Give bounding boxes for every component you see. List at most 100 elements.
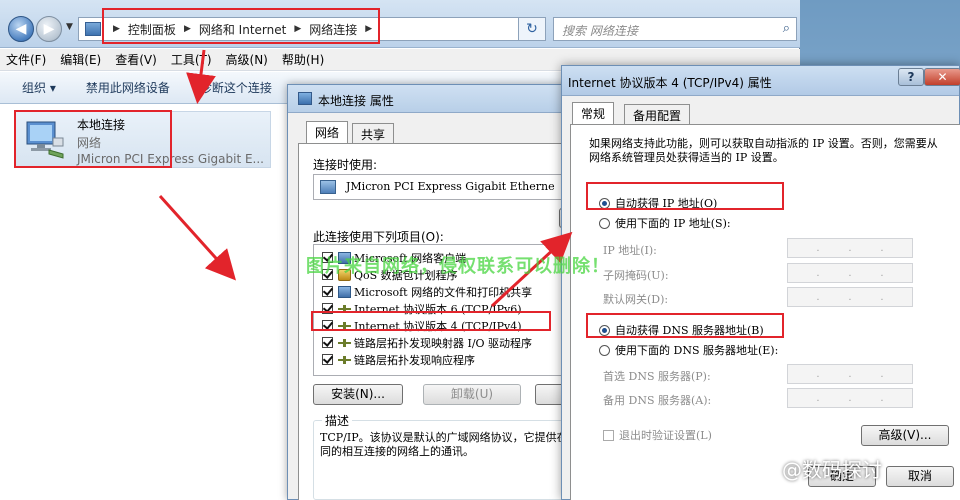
description-text: TCP/IP。该协议是默认的广域网络协议，它提供在不同的相互连接的网络上的通讯。 bbox=[320, 431, 579, 458]
file-share-icon bbox=[338, 285, 351, 298]
help-button[interactable]: ? bbox=[898, 68, 924, 86]
octet-separator: . bbox=[816, 267, 820, 279]
adapter-device: JMicron PCI Express Gigabit E... bbox=[77, 152, 264, 166]
ip-address-field[interactable]: . . . bbox=[787, 238, 913, 258]
disable-device-button[interactable]: 禁用此网络设备 bbox=[86, 79, 170, 96]
adapter-name: 本地连接 bbox=[77, 118, 126, 132]
explorer-toolbar: ◀ ▶ ▼ ▶ 控制面板 ▶ 网络和 Internet ▶ 网络连接 ▶ ↻ 搜… bbox=[0, 0, 800, 48]
checkbox[interactable] bbox=[322, 303, 333, 314]
radio-icon bbox=[599, 217, 610, 229]
chevron-right-icon: ▶ bbox=[183, 24, 191, 34]
octet-separator: . bbox=[816, 368, 820, 380]
item-label: Internet 协议版本 6 (TCP/IPv6) bbox=[354, 302, 522, 316]
manual-dns-radio[interactable]: 使用下面的 DNS 服务器地址(E): bbox=[599, 342, 778, 358]
tab-general[interactable]: 常规 bbox=[572, 102, 615, 124]
brand-watermark: @数码探讨 bbox=[782, 458, 882, 482]
menu-advanced[interactable]: 高级(N) bbox=[226, 51, 268, 68]
organize-button[interactable]: 组织 ▾ bbox=[22, 79, 56, 96]
breadcrumb-network-internet[interactable]: 网络和 Internet bbox=[199, 21, 286, 38]
octet-separator: . bbox=[848, 392, 852, 404]
auto-dns-label: 自动获得 DNS 服务器地址(B) bbox=[615, 324, 764, 337]
checkbox[interactable] bbox=[322, 354, 333, 365]
adapter-status: 网络 bbox=[77, 136, 102, 150]
local-connection-properties-dialog: 本地连接 属性 网络 共享 连接时使用: JMicron PCI Express… bbox=[287, 84, 589, 500]
history-dropdown-icon[interactable]: ▼ bbox=[66, 22, 73, 32]
description-caption: 描述 bbox=[322, 412, 353, 429]
checkbox[interactable] bbox=[322, 320, 333, 331]
breadcrumb-network-connections[interactable]: 网络连接 bbox=[309, 21, 357, 38]
chevron-right-icon: ▶ bbox=[113, 24, 120, 34]
gateway-field[interactable]: . . . bbox=[787, 287, 913, 307]
refresh-button[interactable]: ↻ bbox=[518, 17, 546, 41]
octet-separator: . bbox=[848, 291, 852, 303]
list-item-ipv4[interactable]: Internet 协议版本 4 (TCP/IPv4) bbox=[322, 317, 522, 334]
preferred-dns-field[interactable]: . . . bbox=[787, 364, 913, 384]
octet-separator: . bbox=[816, 242, 820, 254]
local-connection-adapter[interactable]: 本地连接 网络 JMicron PCI Express Gigabit E... bbox=[14, 111, 271, 168]
item-label: Internet 协议版本 4 (TCP/IPv4) bbox=[354, 319, 522, 333]
menu-file[interactable]: 文件(F) bbox=[6, 51, 46, 68]
back-button[interactable]: ◀ bbox=[8, 16, 34, 42]
dialog-title: 本地连接 属性 bbox=[318, 94, 394, 108]
breadcrumb-control-panel[interactable]: 控制面板 bbox=[128, 21, 176, 38]
dialog-title-bar: Internet 协议版本 4 (TCP/IPv4) 属性 ? ✕ bbox=[562, 66, 960, 96]
close-button[interactable]: ✕ bbox=[924, 68, 960, 86]
menu-help[interactable]: 帮助(H) bbox=[282, 51, 324, 68]
tab-network[interactable]: 网络 bbox=[306, 121, 349, 143]
octet-separator: . bbox=[880, 291, 884, 303]
chevron-right-icon: ▶ bbox=[365, 24, 373, 34]
octet-separator: . bbox=[848, 368, 852, 380]
list-item[interactable]: 链路层拓扑发现响应程序 bbox=[322, 351, 475, 368]
manual-ip-radio[interactable]: 使用下面的 IP 地址(S): bbox=[599, 215, 731, 231]
octet-separator: . bbox=[848, 242, 852, 254]
chevron-right-icon: ▶ bbox=[294, 24, 302, 34]
diagnose-button[interactable]: 诊断这个连接 bbox=[200, 79, 272, 96]
item-label: 链路层拓扑发现映射器 I/O 驱动程序 bbox=[354, 336, 533, 350]
octet-separator: . bbox=[880, 368, 884, 380]
item-label: Microsoft 网络的文件和打印机共享 bbox=[354, 285, 533, 299]
checkbox[interactable] bbox=[322, 337, 333, 348]
auto-ip-radio[interactable]: 自动获得 IP 地址(O) bbox=[599, 195, 717, 211]
general-tab-page: 如果网络支持此功能，则可以获取自动指派的 IP 设置。否则，您需要从网络系统管理… bbox=[570, 124, 960, 500]
search-icon[interactable]: ⌕ bbox=[783, 21, 790, 36]
item-label: 链路层拓扑发现响应程序 bbox=[354, 353, 475, 367]
validate-on-exit-checkbox[interactable]: 退出时验证设置(L) bbox=[603, 427, 712, 443]
octet-separator: . bbox=[816, 392, 820, 404]
network-icon bbox=[298, 92, 312, 105]
menu-edit[interactable]: 编辑(E) bbox=[60, 51, 101, 68]
tab-sharing[interactable]: 共享 bbox=[352, 123, 395, 143]
subnet-mask-field[interactable]: . . . bbox=[787, 263, 913, 283]
tab-alternate-config[interactable]: 备用配置 bbox=[624, 104, 691, 124]
menu-view[interactable]: 查看(V) bbox=[115, 51, 157, 68]
menu-tools[interactable]: 工具(T) bbox=[171, 51, 212, 68]
list-item[interactable]: Microsoft 网络的文件和打印机共享 bbox=[322, 283, 532, 300]
device-name: JMicron PCI Express Gigabit Etherne bbox=[346, 180, 555, 193]
search-placeholder: 搜索 网络连接 bbox=[562, 24, 638, 38]
items-label: 此连接使用下列项目(O): bbox=[313, 230, 444, 244]
octet-separator: . bbox=[848, 267, 852, 279]
checkbox[interactable] bbox=[322, 286, 333, 297]
list-item[interactable]: 链路层拓扑发现映射器 I/O 驱动程序 bbox=[322, 334, 532, 351]
search-input[interactable]: 搜索 网络连接 ⌕ bbox=[553, 17, 797, 41]
advanced-button[interactable]: 高级(V)... bbox=[861, 425, 949, 446]
dialog-title: Internet 协议版本 4 (TCP/IPv4) 属性 bbox=[568, 76, 772, 90]
subnet-mask-label: 子网掩码(U): bbox=[603, 269, 669, 282]
ipv4-properties-dialog: Internet 协议版本 4 (TCP/IPv4) 属性 ? ✕ 常规 备用配… bbox=[561, 65, 960, 500]
octet-separator: . bbox=[880, 242, 884, 254]
list-item[interactable]: Internet 协议版本 6 (TCP/IPv6) bbox=[322, 300, 522, 317]
control-panel-icon bbox=[85, 22, 101, 36]
cancel-button[interactable]: 取消 bbox=[886, 466, 954, 487]
address-bar[interactable]: ▶ 控制面板 ▶ 网络和 Internet ▶ 网络连接 ▶ bbox=[78, 17, 540, 41]
ip-address-label: IP 地址(I): bbox=[603, 244, 657, 257]
network-tab-page: 连接时使用: JMicron PCI Express Gigabit Ether… bbox=[298, 143, 589, 500]
install-button[interactable]: 安装(N)... bbox=[313, 384, 403, 405]
uninstall-button[interactable]: 卸载(U) bbox=[423, 384, 521, 405]
auto-dns-radio[interactable]: 自动获得 DNS 服务器地址(B) bbox=[599, 322, 764, 338]
preferred-dns-label: 首选 DNS 服务器(P): bbox=[603, 370, 711, 383]
radio-selected-icon bbox=[599, 324, 610, 336]
forward-button[interactable]: ▶ bbox=[36, 16, 62, 42]
alternate-dns-field[interactable]: . . . bbox=[787, 388, 913, 408]
checkbox[interactable] bbox=[603, 429, 614, 441]
gateway-label: 默认网关(D): bbox=[603, 293, 669, 306]
radio-icon bbox=[599, 344, 610, 356]
